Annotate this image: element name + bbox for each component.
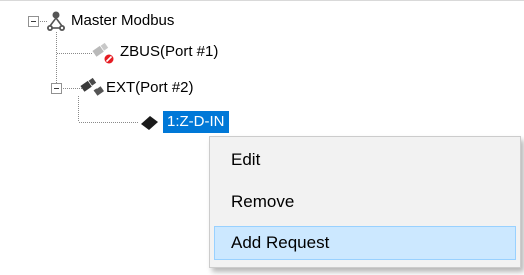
menu-item-remove[interactable]: Remove — [214, 185, 516, 219]
menu-item-label: Edit — [231, 150, 261, 169]
tree-connector — [78, 96, 79, 122]
root-collapse-toggle[interactable] — [28, 16, 39, 27]
tree-node-master-modbus[interactable]: Master Modbus — [71, 11, 174, 31]
tree-node-ext-port[interactable]: EXT(Port #2) — [106, 78, 194, 98]
menu-item-edit[interactable]: Edit — [214, 143, 516, 177]
context-menu: Edit Remove Add Request — [209, 136, 521, 268]
menu-item-add-request[interactable]: Add Request — [214, 226, 516, 260]
port-connected-icon — [80, 77, 104, 96]
tree-node-zbus-port[interactable]: ZBUS(Port #1) — [120, 42, 218, 62]
port-disabled-icon — [92, 42, 114, 64]
ext-port-collapse-toggle[interactable] — [51, 83, 62, 94]
tree-connector — [79, 122, 139, 123]
tree-node-z-d-in[interactable]: 1:Z-D-IN — [163, 111, 229, 133]
menu-item-label: Remove — [231, 192, 295, 211]
tree-view-panel: Master Modbus ZBUS(Port #1) EXT(Port #2) — [0, 0, 524, 275]
tree-connector — [57, 53, 93, 54]
device-diamond-icon — [141, 116, 158, 130]
menu-item-label: Add Request — [231, 233, 330, 252]
network-topology-icon — [47, 11, 65, 31]
